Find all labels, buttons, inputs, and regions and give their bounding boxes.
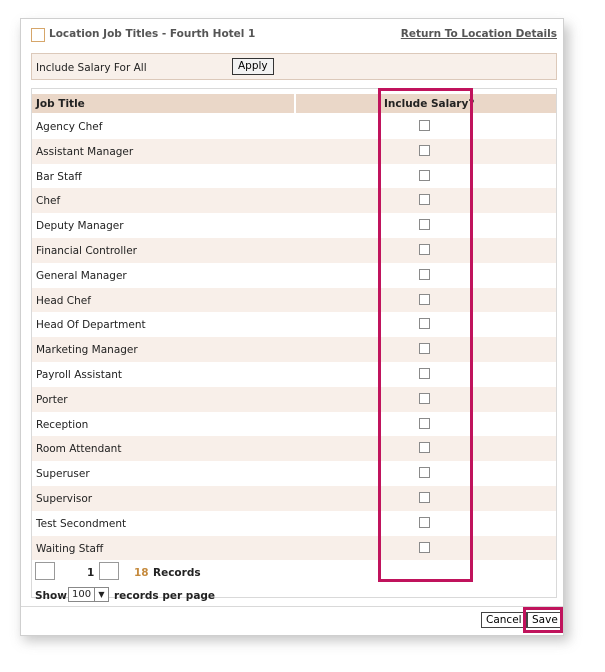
table-row: Test Secondment — [32, 511, 556, 536]
include-salary-checkbox[interactable] — [419, 392, 430, 404]
panel-header: Location Job Titles - Fourth Hotel 1 Ret… — [21, 19, 563, 51]
table-row: Chef — [32, 188, 556, 214]
include-salary-checkbox[interactable] — [419, 491, 430, 503]
include-salary-checkbox[interactable] — [419, 467, 430, 479]
table-row: Reception — [32, 412, 556, 437]
table-row: Payroll Assistant — [32, 362, 556, 387]
job-titles-table: Job Title Include Salary? Agency Chef Ass… — [31, 88, 557, 598]
job-title-label: Chef — [36, 195, 61, 208]
job-title-label: Bar Staff — [36, 170, 82, 183]
include-salary-checkbox[interactable] — [419, 442, 430, 454]
table-row: Waiting Staff — [32, 535, 556, 561]
previous-page-button[interactable] — [35, 562, 55, 580]
chevron-down-icon[interactable]: ▼ — [94, 588, 108, 601]
table-header: Job Title Include Salary? — [32, 94, 556, 113]
save-button[interactable]: Save — [527, 612, 563, 628]
next-page-button[interactable] — [99, 562, 119, 580]
table-row: Head Chef — [32, 287, 556, 313]
include-salary-checkbox[interactable] — [419, 243, 430, 255]
apply-button[interactable]: Apply — [232, 58, 274, 75]
table-row: General Manager — [32, 263, 556, 288]
records-per-page-label: records per page — [114, 590, 216, 602]
table-row: Financial Controller — [32, 237, 556, 263]
table-row: Superuser — [32, 461, 556, 486]
job-title-label: Deputy Manager — [36, 220, 124, 233]
include-salary-checkbox[interactable] — [419, 367, 430, 379]
include-salary-checkbox[interactable] — [419, 169, 430, 181]
table-body: Agency Chef Assistant Manager Bar Staff Che… — [32, 114, 556, 561]
records-per-page-value: 100 — [72, 589, 92, 600]
header-checkbox-icon — [31, 28, 45, 42]
job-title-label: Room Attendant — [36, 443, 122, 456]
table-row: Marketing Manager — [32, 337, 556, 362]
records-per-page-control: Show 100 ▼ records per page — [35, 587, 335, 605]
job-title-label: Marketing Manager — [36, 344, 138, 357]
show-label: Show — [35, 590, 67, 602]
records-label: Records — [153, 567, 201, 579]
include-salary-for-all-label: Include Salary For All — [36, 62, 147, 74]
footer-divider — [21, 606, 563, 607]
job-title-label: Superuser — [36, 468, 90, 481]
job-title-label: Financial Controller — [36, 244, 137, 257]
job-title-label: Supervisor — [36, 492, 93, 505]
job-title-label: Head Chef — [36, 294, 91, 307]
pager: 1 18 Records — [35, 562, 335, 584]
job-title-label: General Manager — [36, 269, 127, 282]
column-separator — [294, 94, 296, 113]
include-salary-checkbox[interactable] — [419, 541, 430, 553]
return-to-location-details-link[interactable]: Return To Location Details — [401, 28, 557, 40]
table-row: Porter — [32, 386, 556, 412]
include-salary-checkbox[interactable] — [419, 318, 430, 330]
table-row: Head Of Department — [32, 312, 556, 337]
job-title-label: Agency Chef — [36, 121, 103, 133]
include-salary-checkbox[interactable] — [419, 144, 430, 156]
job-title-label: Reception — [36, 418, 89, 431]
location-job-titles-panel: Location Job Titles - Fourth Hotel 1 Ret… — [20, 18, 564, 636]
current-page-number: 1 — [87, 567, 95, 579]
table-row: Deputy Manager — [32, 213, 556, 238]
job-title-label: Assistant Manager — [36, 145, 134, 158]
job-title-label: Test Secondment — [36, 517, 127, 530]
include-salary-checkbox[interactable] — [419, 219, 430, 231]
job-title-label: Payroll Assistant — [36, 368, 123, 381]
job-title-label: Porter — [36, 393, 68, 406]
records-per-page-select[interactable]: 100 ▼ — [68, 587, 109, 602]
job-title-label: Head Of Department — [36, 319, 146, 332]
table-row: Supervisor — [32, 485, 556, 511]
cancel-button[interactable]: Cancel — [481, 612, 527, 628]
include-salary-checkbox[interactable] — [419, 293, 430, 305]
column-header-job-title[interactable]: Job Title — [36, 98, 85, 110]
table-row: Room Attendant — [32, 436, 556, 462]
column-header-include-salary[interactable]: Include Salary? — [384, 98, 474, 110]
include-salary-for-all-bar: Include Salary For All Apply — [31, 53, 557, 80]
include-salary-checkbox[interactable] — [419, 343, 430, 355]
job-title-label: Waiting Staff — [36, 542, 104, 555]
table-row: Agency Chef — [32, 114, 556, 139]
include-salary-checkbox[interactable] — [419, 194, 430, 206]
include-salary-checkbox[interactable] — [419, 516, 430, 528]
page-title: Location Job Titles - Fourth Hotel 1 — [49, 28, 256, 40]
include-salary-checkbox[interactable] — [419, 120, 430, 131]
table-row: Assistant Manager — [32, 138, 556, 164]
total-records-count: 18 — [134, 567, 149, 579]
include-salary-checkbox[interactable] — [419, 268, 430, 280]
include-salary-checkbox[interactable] — [419, 417, 430, 429]
table-row: Bar Staff — [32, 164, 556, 189]
